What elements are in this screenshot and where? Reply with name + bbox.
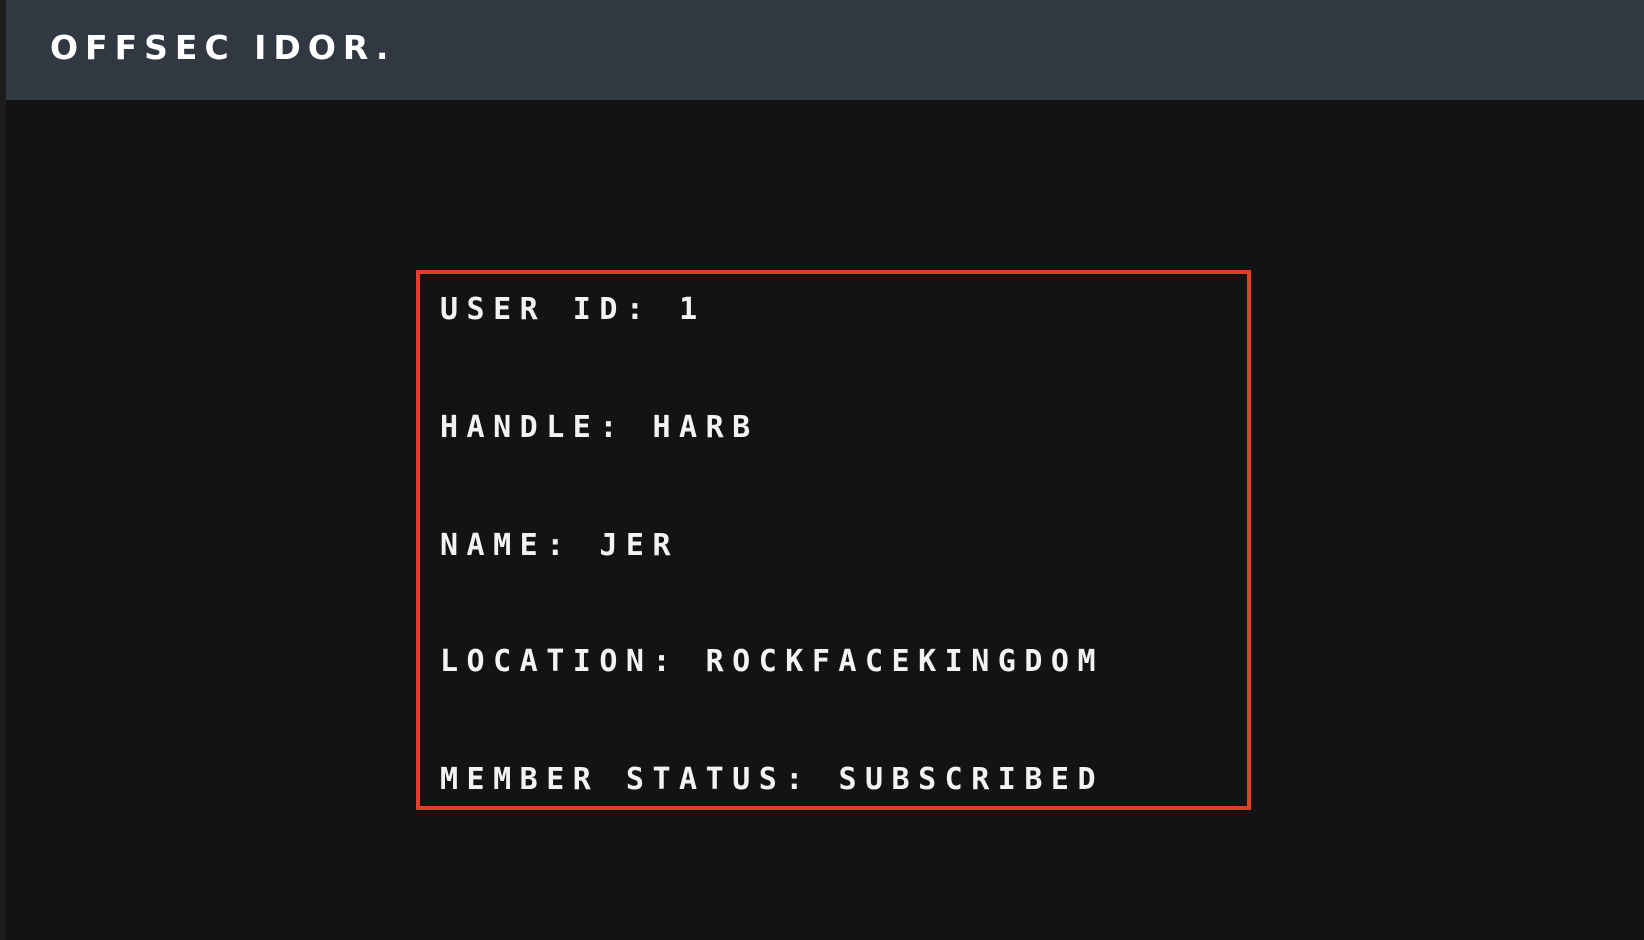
handle-row: HANDLE: HARB (440, 410, 759, 446)
name-value: JER (599, 528, 680, 563)
handle-value: HARB (652, 410, 759, 445)
brand-logo-link[interactable]: OFFSEC IDOR. (50, 26, 395, 70)
handle-label: HANDLE: (440, 410, 653, 445)
location-row: LOCATION: ROCKFACEKINGDOM (440, 644, 1104, 680)
member-status-row: MEMBER STATUS: SUBSCRIBED (440, 762, 1104, 798)
name-row: NAME: JER (440, 528, 679, 564)
window-left-edge (0, 0, 6, 940)
name-label: NAME: (440, 528, 600, 563)
location-value: ROCKFACEKINGDOM (705, 644, 1105, 679)
location-label: LOCATION: (440, 644, 706, 679)
user-id-value: 1 (679, 292, 706, 327)
user-id-label: USER ID: (440, 292, 680, 327)
user-id-row: USER ID: 1 (440, 292, 706, 328)
member-status-value: SUBSCRIBED (838, 762, 1105, 797)
user-profile-card: USER ID: 1 HANDLE: HARB NAME: JER LOCATI… (416, 270, 1251, 810)
member-status-label: MEMBER STATUS: (440, 762, 839, 797)
top-navbar: OFFSEC IDOR. (6, 0, 1644, 100)
